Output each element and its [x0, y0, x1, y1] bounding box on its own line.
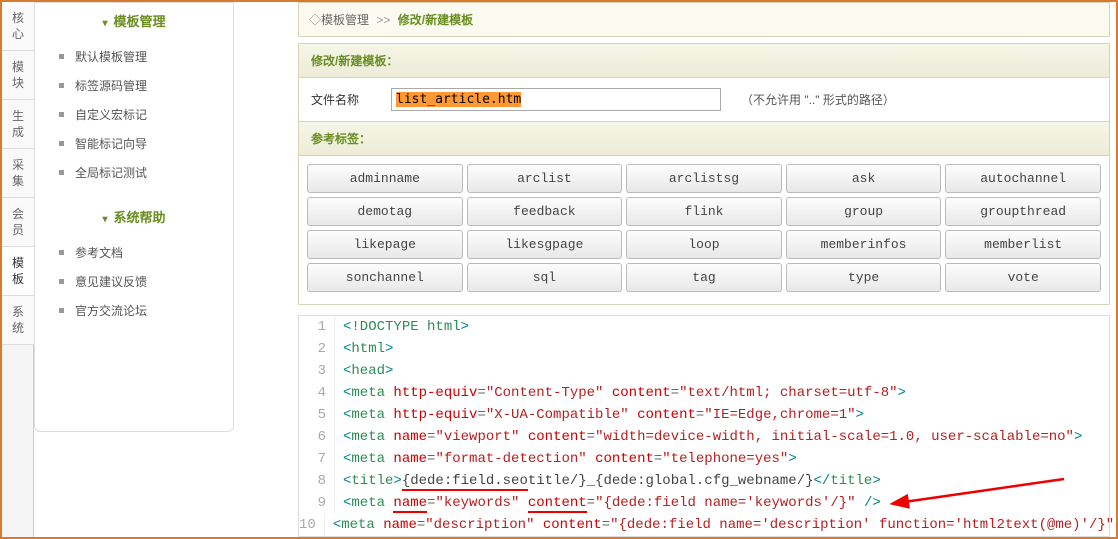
sidebar-section-header[interactable]: 系统帮助	[35, 199, 233, 234]
code-line: 3<head>	[299, 360, 1109, 382]
panel: 修改/新建模板： 文件名称 list_article.htm （不允许用 "..…	[298, 43, 1110, 305]
tag-button[interactable]: group	[786, 197, 942, 226]
left-tab-5[interactable]: 模板	[2, 247, 34, 296]
sidebar: 模板管理默认模板管理标签源码管理自定义宏标记智能标记向导全局标记测试系统帮助参考…	[34, 2, 234, 432]
breadcrumb-sep: >>	[376, 13, 390, 27]
tags-header: 参考标签：	[299, 121, 1109, 156]
code-line: 7<meta name="format-detection" content="…	[299, 448, 1109, 470]
tag-button[interactable]: arclistsg	[626, 164, 782, 193]
code-line: 8<title>{dede:field.seotitle/}_{dede:glo…	[299, 470, 1109, 492]
tag-button[interactable]: type	[786, 263, 942, 292]
filename-label: 文件名称	[311, 91, 371, 108]
code-editor[interactable]: 1<!DOCTYPE html>2<html>3<head>4<meta htt…	[298, 315, 1110, 537]
tag-button[interactable]: demotag	[307, 197, 463, 226]
panel-header: 修改/新建模板：	[299, 44, 1109, 78]
left-tab-3[interactable]: 采集	[2, 149, 34, 198]
main-content: ◇模板管理 >> 修改/新建模板 修改/新建模板： 文件名称 list_arti…	[238, 2, 1116, 537]
tag-button[interactable]: groupthread	[945, 197, 1101, 226]
diamond-icon: ◇	[309, 13, 321, 27]
code-line: 2<html>	[299, 338, 1109, 360]
sidebar-item[interactable]: 全局标记测试	[35, 158, 233, 187]
sidebar-item[interactable]: 参考文档	[35, 238, 233, 267]
left-tab-1[interactable]: 模块	[2, 51, 34, 100]
tag-button[interactable]: autochannel	[945, 164, 1101, 193]
left-tab-6[interactable]: 系统	[2, 296, 34, 345]
tag-button[interactable]: sql	[467, 263, 623, 292]
tag-button[interactable]: likepage	[307, 230, 463, 259]
form-row: 文件名称 list_article.htm （不允许用 ".." 形式的路径）	[299, 78, 1109, 121]
code-line: 10<meta name="description" content="{ded…	[299, 514, 1109, 536]
code-line: 5<meta http-equiv="X-UA-Compatible" cont…	[299, 404, 1109, 426]
breadcrumb-link[interactable]: 模板管理	[321, 13, 369, 27]
tag-button[interactable]: flink	[626, 197, 782, 226]
tag-button[interactable]: adminname	[307, 164, 463, 193]
filename-input[interactable]: list_article.htm	[391, 88, 721, 111]
left-tabs: 核心模块生成采集会员模板系统	[2, 2, 34, 537]
tag-button[interactable]: memberinfos	[786, 230, 942, 259]
code-line: 9<meta name="keywords" content="{dede:fi…	[299, 492, 1109, 514]
tag-button[interactable]: loop	[626, 230, 782, 259]
filename-hint: （不允许用 ".." 形式的路径）	[741, 91, 895, 108]
tag-button[interactable]: vote	[945, 263, 1101, 292]
breadcrumb: ◇模板管理 >> 修改/新建模板	[298, 2, 1110, 37]
left-tab-0[interactable]: 核心	[2, 2, 34, 51]
tag-button[interactable]: ask	[786, 164, 942, 193]
tag-button[interactable]: tag	[626, 263, 782, 292]
tag-button[interactable]: sonchannel	[307, 263, 463, 292]
sidebar-item[interactable]: 官方交流论坛	[35, 296, 233, 325]
breadcrumb-current: 修改/新建模板	[398, 13, 473, 27]
left-tab-2[interactable]: 生成	[2, 100, 34, 149]
tag-button[interactable]: feedback	[467, 197, 623, 226]
code-line: 1<!DOCTYPE html>	[299, 316, 1109, 338]
sidebar-section-header[interactable]: 模板管理	[35, 3, 233, 38]
code-line: 6<meta name="viewport" content="width=de…	[299, 426, 1109, 448]
sidebar-item[interactable]: 意见建议反馈	[35, 267, 233, 296]
tag-button[interactable]: arclist	[467, 164, 623, 193]
sidebar-item[interactable]: 自定义宏标记	[35, 100, 233, 129]
left-tab-4[interactable]: 会员	[2, 198, 34, 247]
tag-button[interactable]: likesgpage	[467, 230, 623, 259]
sidebar-item[interactable]: 标签源码管理	[35, 71, 233, 100]
sidebar-item[interactable]: 智能标记向导	[35, 129, 233, 158]
sidebar-item[interactable]: 默认模板管理	[35, 42, 233, 71]
tags-grid: adminnamearclistarclistsgaskautochannel d…	[299, 156, 1109, 304]
tag-button[interactable]: memberlist	[945, 230, 1101, 259]
code-line: 4<meta http-equiv="Content-Type" content…	[299, 382, 1109, 404]
